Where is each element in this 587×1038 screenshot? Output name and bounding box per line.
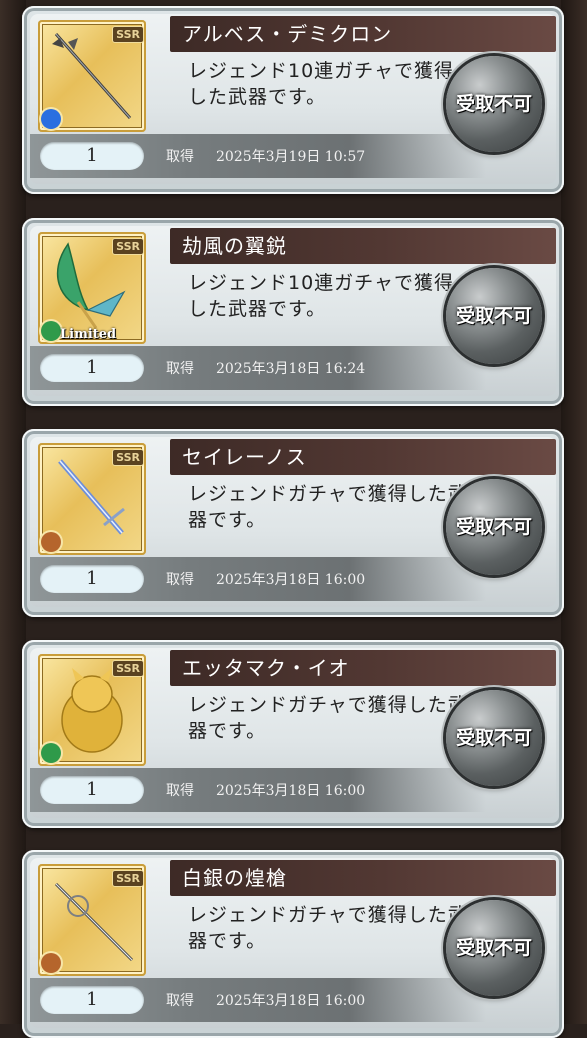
item-description: レジェンドガチャで獲得した武器です。 [188, 483, 468, 531]
earth-element-icon [41, 532, 61, 552]
acquired-date: 2025年3月18日 16:00 [216, 572, 366, 588]
quantity-field[interactable]: 1 [40, 142, 144, 170]
acquired-label: 取得 [166, 783, 194, 799]
claim-button[interactable]: 受取不可 [446, 900, 542, 996]
water-element-icon [41, 109, 61, 129]
claim-button[interactable]: 受取不可 [446, 690, 542, 786]
item-card: SSR アルベス・デミクロン レジェンド10連ガチャで獲得した武器です。 1 取… [22, 6, 564, 194]
claim-button[interactable]: 受取不可 [446, 268, 542, 364]
item-name: 劫風の翼鋭 [170, 228, 556, 264]
acquired-date: 2025年3月18日 16:00 [216, 993, 366, 1009]
weapon-thumbnail[interactable]: SSR [38, 20, 146, 132]
claim-button[interactable]: 受取不可 [446, 56, 542, 152]
acquired-label: 取得 [166, 572, 194, 588]
acquired-label: 取得 [166, 993, 194, 1009]
acquired-date: 2025年3月18日 16:00 [216, 783, 366, 799]
item-name: 白銀の煌槍 [170, 860, 556, 896]
item-name: アルベス・デミクロン [170, 16, 556, 52]
acquired-date: 2025年3月19日 10:57 [216, 149, 366, 165]
quantity-field[interactable]: 1 [40, 986, 144, 1014]
rarity-badge: SSR [112, 870, 144, 887]
item-name: エッタマク・イオ [170, 650, 556, 686]
rarity-badge: SSR [112, 660, 144, 677]
quantity-field[interactable]: 1 [40, 354, 144, 382]
item-description: レジェンドガチャで獲得した武器です。 [188, 694, 468, 742]
weapon-thumbnail[interactable]: SSR [38, 654, 146, 766]
item-card: SSR Limited 劫風の翼鋭 レジェンド10連ガチャで獲得した武器です。 … [22, 218, 564, 406]
limited-label: Limited [60, 327, 117, 342]
weapon-thumbnail[interactable]: SSR [38, 443, 146, 555]
item-description: レジェンド10連ガチャで獲得した武器です。 [188, 60, 454, 108]
item-name: セイレーノス [170, 439, 556, 475]
item-card: SSR 白銀の煌槍 レジェンドガチャで獲得した武器です。 1 取得 2025年3… [22, 850, 564, 1038]
quantity-field[interactable]: 1 [40, 776, 144, 804]
claim-button[interactable]: 受取不可 [446, 479, 542, 575]
rarity-badge: SSR [112, 26, 144, 43]
weapon-thumbnail[interactable]: SSR [38, 864, 146, 976]
right-frame [561, 0, 587, 1024]
item-description: レジェンドガチャで獲得した武器です。 [188, 904, 468, 952]
item-card: SSR エッタマク・イオ レジェンドガチャで獲得した武器です。 1 取得 202… [22, 640, 564, 828]
acquired-label: 取得 [166, 149, 194, 165]
earth-element-icon [41, 953, 61, 973]
weapon-thumbnail[interactable]: SSR Limited [38, 232, 146, 344]
acquired-label: 取得 [166, 361, 194, 377]
rarity-badge: SSR [112, 449, 144, 466]
acquired-date: 2025年3月18日 16:24 [216, 361, 366, 377]
wind-element-icon [41, 321, 61, 341]
item-description: レジェンド10連ガチャで獲得した武器です。 [188, 272, 454, 320]
rarity-badge: SSR [112, 238, 144, 255]
item-card: SSR セイレーノス レジェンドガチャで獲得した武器です。 1 取得 2025年… [22, 429, 564, 617]
wind-element-icon [41, 743, 61, 763]
quantity-field[interactable]: 1 [40, 565, 144, 593]
